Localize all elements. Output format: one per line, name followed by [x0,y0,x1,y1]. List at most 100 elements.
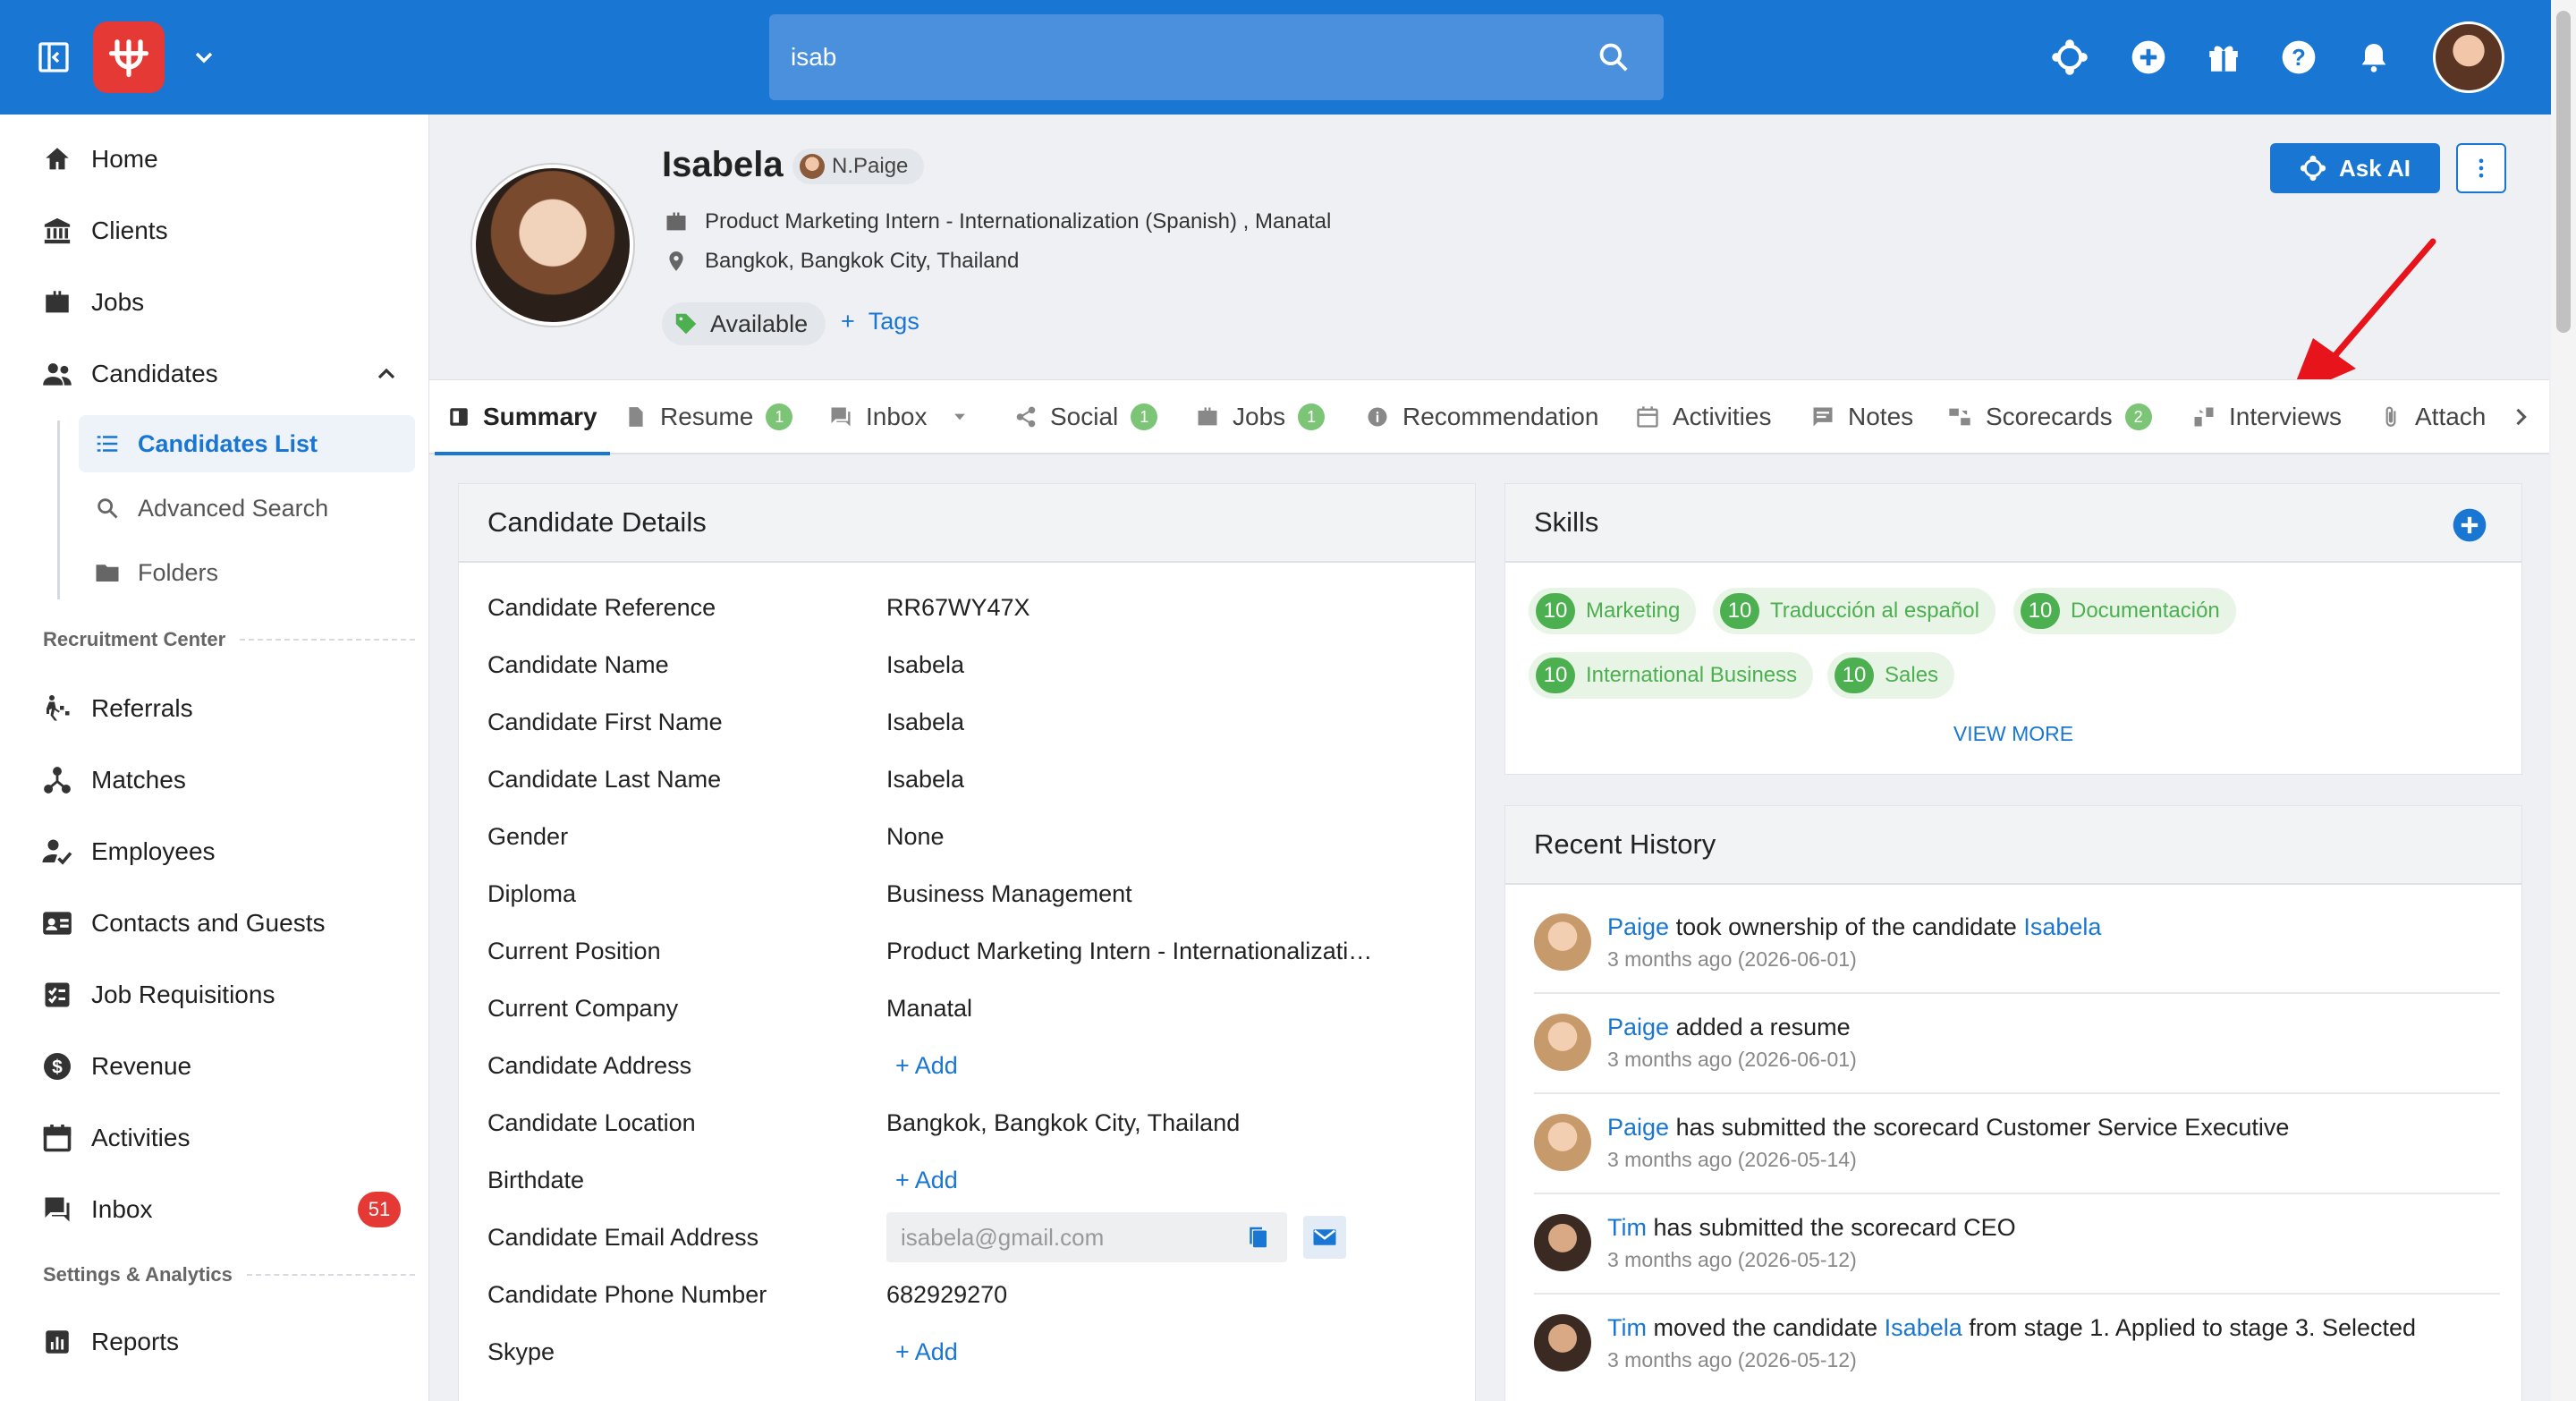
card-title: Candidate Details [459,484,1475,563]
skill-chip[interactable]: 10 Documentación [2013,588,2236,634]
view-more-skills-link[interactable]: VIEW MORE [1505,722,2521,746]
history-action: added a resume [1669,1014,1851,1040]
scrollbar-thumb[interactable] [2556,11,2571,333]
sidebar-item-contacts-and-guests[interactable]: Contacts and Guests [39,896,325,950]
more-actions-button[interactable] [2456,143,2506,193]
search-icon [93,494,122,522]
tab-resume[interactable]: Resume 1 [624,380,793,454]
detail-row: Skype + Add [487,1323,1453,1380]
sidebar-item-reports[interactable]: Reports [39,1315,179,1369]
email-field[interactable]: isabela@gmail.com [886,1212,1287,1262]
tab-attach[interactable]: Attach [2379,380,2486,454]
tab-summary[interactable]: Summary [435,380,610,455]
tab-notes[interactable]: Notes [1810,380,1913,454]
availability-chip[interactable]: Available [662,302,826,345]
sidebar-item-clients[interactable]: Clients [39,204,168,258]
skill-chip[interactable]: 10 Marketing [1529,588,1697,634]
detail-label: Current Position [487,937,661,964]
user-link[interactable]: Tim [1607,1314,1647,1341]
ask-ai-button[interactable]: Ask AI [2270,143,2440,193]
sidebar-item-candidates[interactable]: Candidates [39,347,401,401]
tab-activities[interactable]: Activities [1635,380,1771,454]
tab-count-badge: 1 [766,403,793,430]
candidate-link[interactable]: Isabela [2023,913,2101,940]
sidebar-item-advanced-search[interactable]: Advanced Search [79,480,415,537]
sidebar-item-matches[interactable]: Matches [39,753,186,807]
tab-social[interactable]: Social 1 [1014,380,1158,454]
tab-scorecards[interactable]: Scorecards 2 [1946,380,2152,454]
detail-label: Candidate Name [487,650,669,678]
sidebar-item-folders[interactable]: Folders [79,544,415,601]
add-value-link[interactable]: + Add [886,1338,958,1366]
reports-icon [39,1324,75,1360]
sidebar-item-label: Employees [91,837,216,865]
add-value-link[interactable]: + Add [886,1167,958,1194]
skill-chip[interactable]: 10 Sales [1827,652,1955,699]
history-item: Tim has submitted the scorecard CEO 3 mon… [1534,1196,2500,1295]
sidebar-item-jobs[interactable]: Jobs [39,276,144,329]
user-link[interactable]: Paige [1607,1114,1669,1141]
referral-icon [39,691,75,726]
tab-count-badge: 1 [1131,403,1158,430]
briefcase-icon [39,284,75,320]
skill-chip[interactable]: 10 Traducción al español [1713,588,1996,634]
help-icon[interactable]: ? [2277,36,2320,79]
user-link[interactable]: Paige [1607,1014,1669,1040]
sidebar-item-label: Jobs [91,288,145,316]
contacts-icon [39,905,75,941]
employee-icon [39,834,75,870]
owner-chip[interactable]: N.Paige [792,149,925,184]
sidebar-item-label: Contacts and Guests [91,909,326,937]
sidebar-item-activities[interactable]: Activities [39,1111,190,1165]
user-avatar[interactable] [2433,21,2504,93]
tab-recommendation[interactable]: Recommendation [1365,380,1598,454]
candidate-link[interactable]: Isabela [1885,1314,1962,1341]
location-pin-icon [662,250,691,273]
sidebar-item-job-requisitions[interactable]: Job Requisitions [39,968,275,1022]
sidebar-item-inbox[interactable]: Inbox [39,1183,153,1236]
detail-label: Candidate Email Address [487,1223,759,1251]
chevron-down-icon[interactable] [186,39,222,75]
add-value-link[interactable]: + Add [886,1052,958,1080]
add-skill-icon[interactable] [2452,507,2487,543]
ai-icon[interactable] [2048,36,2091,79]
tabs-scroll-right-icon[interactable] [2508,380,2533,454]
sidebar-item-revenue[interactable]: $ Revenue [39,1040,191,1093]
user-link[interactable]: Tim [1607,1214,1647,1241]
tab-inbox[interactable]: Inbox [828,380,969,454]
avatar [1534,1214,1591,1271]
add-tags-link[interactable]: + Tags [841,308,919,335]
copy-icon[interactable] [1244,1223,1271,1258]
add-circle-icon[interactable] [2127,36,2170,79]
send-email-button[interactable] [1303,1216,1346,1259]
detail-row: Candidate Address + Add [487,1037,1453,1094]
sidebar-item-label: Referrals [91,694,193,722]
sidebar-toggle-icon[interactable] [32,36,75,79]
top-bar: ? [0,0,2576,115]
avatar [1534,1114,1591,1171]
bell-icon[interactable] [2352,36,2395,79]
sidebar-item-candidates-list[interactable]: Candidates List [79,415,415,472]
sidebar-item-employees[interactable]: Employees [39,825,216,879]
calendar-icon [39,1120,75,1156]
skill-chip[interactable]: 10 International Business [1529,652,1814,699]
tab-interviews[interactable]: Interviews [2191,380,2342,454]
history-text: Paige took ownership of the candidate Is… [1607,913,2101,941]
search-input[interactable] [791,14,1578,100]
sidebar-item-home[interactable]: Home [39,132,158,186]
user-link[interactable]: Paige [1607,913,1669,940]
chevron-up-icon[interactable] [372,360,401,395]
skills-card: Skills 10 Marketing 10 Traducción al españ… [1504,483,2522,775]
search-icon[interactable] [1596,39,1631,75]
page-scrollbar[interactable] [2551,0,2576,1401]
gift-icon[interactable] [2202,36,2245,79]
detail-label: Gender [487,822,569,850]
app-logo[interactable] [93,21,165,93]
global-search[interactable] [769,14,1664,100]
sidebar-item-label: Inbox [91,1195,153,1223]
home-icon [39,141,75,177]
history-action: took ownership of the candidate [1669,913,2024,940]
tab-jobs[interactable]: Jobs 1 [1195,380,1326,454]
sidebar-item-referrals[interactable]: Referrals [39,682,193,735]
history-action: moved the candidate [1646,1314,1885,1341]
